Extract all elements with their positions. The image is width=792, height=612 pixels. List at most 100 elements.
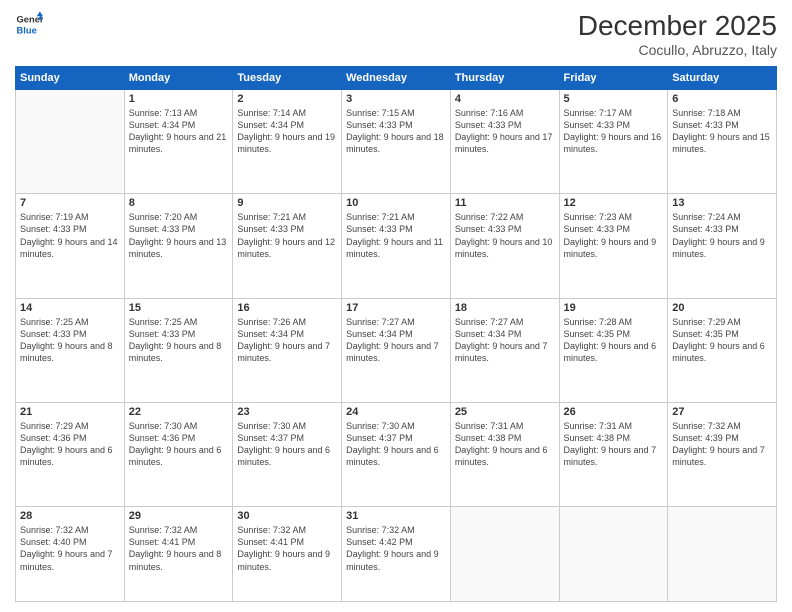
day-info: Sunrise: 7:18 AM Sunset: 4:33 PM Dayligh… — [672, 107, 772, 156]
day-info: Sunrise: 7:28 AM Sunset: 4:35 PM Dayligh… — [564, 316, 664, 365]
day-info: Sunrise: 7:15 AM Sunset: 4:33 PM Dayligh… — [346, 107, 446, 156]
day-info: Sunrise: 7:32 AM Sunset: 4:40 PM Dayligh… — [20, 524, 120, 573]
title-section: December 2025 Cocullo, Abruzzo, Italy — [578, 10, 777, 58]
day-info: Sunrise: 7:30 AM Sunset: 4:37 PM Dayligh… — [237, 420, 337, 469]
day-info: Sunrise: 7:25 AM Sunset: 4:33 PM Dayligh… — [129, 316, 229, 365]
day-number: 16 — [237, 302, 337, 314]
header-friday: Friday — [559, 67, 668, 90]
table-row: 8 Sunrise: 7:20 AM Sunset: 4:33 PM Daylig… — [124, 194, 233, 298]
table-row: 25 Sunrise: 7:31 AM Sunset: 4:38 PM Dayli… — [450, 402, 559, 506]
table-row: 9Sunrise: 7:21 AM Sunset: 4:33 PM Daylig… — [233, 194, 342, 298]
day-number: 19 — [564, 302, 664, 314]
day-number: 24 — [346, 406, 446, 418]
table-row: 30 Sunrise: 7:32 AM Sunset: 4:41 PM Dayli… — [233, 507, 342, 602]
day-info: Sunrise: 7:32 AM Sunset: 4:41 PM Dayligh… — [237, 524, 337, 573]
table-row: 5 Sunrise: 7:17 AM Sunset: 4:33 PM Daylig… — [559, 90, 668, 194]
day-number: 23 — [237, 406, 337, 418]
day-number: 27 — [672, 406, 772, 418]
day-number: 3 — [346, 93, 446, 105]
table-row: 20Sunrise: 7:29 AM Sunset: 4:35 PM Dayli… — [668, 298, 777, 402]
table-row — [450, 507, 559, 602]
day-number: 21 — [20, 406, 120, 418]
table-row: 6 Sunrise: 7:18 AM Sunset: 4:33 PM Daylig… — [668, 90, 777, 194]
day-info: Sunrise: 7:29 AM Sunset: 4:36 PM Dayligh… — [20, 420, 120, 469]
day-number: 18 — [455, 302, 555, 314]
table-row: 18 Sunrise: 7:27 AM Sunset: 4:34 PM Dayli… — [450, 298, 559, 402]
table-row: 23 Sunrise: 7:30 AM Sunset: 4:37 PM Dayli… — [233, 402, 342, 506]
day-info: Sunrise: 7:31 AM Sunset: 4:38 PM Dayligh… — [564, 420, 664, 469]
table-row: 13 Sunrise: 7:24 AM Sunset: 4:33 PM Dayli… — [668, 194, 777, 298]
weekday-header-row: Sunday Monday Tuesday Wednesday Thursday… — [16, 67, 777, 90]
day-number: 30 — [237, 510, 337, 522]
day-info: Sunrise: 7:32 AM Sunset: 4:39 PM Dayligh… — [672, 420, 772, 469]
day-number: 20 — [672, 302, 772, 314]
day-info: Sunrise: 7:20 AM Sunset: 4:33 PM Dayligh… — [129, 211, 229, 260]
header-tuesday: Tuesday — [233, 67, 342, 90]
day-number: 9 — [237, 197, 337, 209]
day-info: Sunrise: 7:16 AM Sunset: 4:33 PM Dayligh… — [455, 107, 555, 156]
table-row — [668, 507, 777, 602]
header-saturday: Saturday — [668, 67, 777, 90]
day-info: Sunrise: 7:30 AM Sunset: 4:37 PM Dayligh… — [346, 420, 446, 469]
day-number: 6 — [672, 93, 772, 105]
day-number: 10 — [346, 197, 446, 209]
table-row: 19 Sunrise: 7:28 AM Sunset: 4:35 PM Dayli… — [559, 298, 668, 402]
day-number: 11 — [455, 197, 555, 209]
day-info: Sunrise: 7:26 AM Sunset: 4:34 PM Dayligh… — [237, 316, 337, 365]
day-info: Sunrise: 7:21 AM Sunset: 4:33 PM Dayligh… — [346, 211, 446, 260]
page: General Blue December 2025 Cocullo, Abru… — [0, 0, 792, 612]
day-info: Sunrise: 7:31 AM Sunset: 4:38 PM Dayligh… — [455, 420, 555, 469]
day-info: Sunrise: 7:17 AM Sunset: 4:33 PM Dayligh… — [564, 107, 664, 156]
table-row: 22 Sunrise: 7:30 AM Sunset: 4:36 PM Dayli… — [124, 402, 233, 506]
day-number: 2 — [237, 93, 337, 105]
table-row: 24 Sunrise: 7:30 AM Sunset: 4:37 PM Dayli… — [342, 402, 451, 506]
calendar-week-0: 1 Sunrise: 7:13 AM Sunset: 4:34 PM Daylig… — [16, 90, 777, 194]
day-info: Sunrise: 7:27 AM Sunset: 4:34 PM Dayligh… — [455, 316, 555, 365]
header-thursday: Thursday — [450, 67, 559, 90]
subtitle: Cocullo, Abruzzo, Italy — [578, 42, 777, 58]
table-row: 12Sunrise: 7:23 AM Sunset: 4:33 PM Dayli… — [559, 194, 668, 298]
calendar-week-4: 28 Sunrise: 7:32 AM Sunset: 4:40 PM Dayli… — [16, 507, 777, 602]
table-row: 21 Sunrise: 7:29 AM Sunset: 4:36 PM Dayli… — [16, 402, 125, 506]
calendar-week-3: 21 Sunrise: 7:29 AM Sunset: 4:36 PM Dayli… — [16, 402, 777, 506]
day-number: 29 — [129, 510, 229, 522]
day-info: Sunrise: 7:22 AM Sunset: 4:33 PM Dayligh… — [455, 211, 555, 260]
day-number: 5 — [564, 93, 664, 105]
table-row: 3 Sunrise: 7:15 AM Sunset: 4:33 PM Daylig… — [342, 90, 451, 194]
table-row: 17Sunrise: 7:27 AM Sunset: 4:34 PM Dayli… — [342, 298, 451, 402]
month-title: December 2025 — [578, 10, 777, 42]
table-row — [559, 507, 668, 602]
day-number: 15 — [129, 302, 229, 314]
day-number: 8 — [129, 197, 229, 209]
day-info: Sunrise: 7:32 AM Sunset: 4:41 PM Dayligh… — [129, 524, 229, 573]
table-row: 31Sunrise: 7:32 AM Sunset: 4:42 PM Dayli… — [342, 507, 451, 602]
table-row: 28 Sunrise: 7:32 AM Sunset: 4:40 PM Dayli… — [16, 507, 125, 602]
day-info: Sunrise: 7:24 AM Sunset: 4:33 PM Dayligh… — [672, 211, 772, 260]
header-wednesday: Wednesday — [342, 67, 451, 90]
day-info: Sunrise: 7:27 AM Sunset: 4:34 PM Dayligh… — [346, 316, 446, 365]
day-number: 1 — [129, 93, 229, 105]
day-number: 25 — [455, 406, 555, 418]
calendar-week-2: 14Sunrise: 7:25 AM Sunset: 4:33 PM Dayli… — [16, 298, 777, 402]
day-info: Sunrise: 7:19 AM Sunset: 4:33 PM Dayligh… — [20, 211, 120, 260]
day-info: Sunrise: 7:23 AM Sunset: 4:33 PM Dayligh… — [564, 211, 664, 260]
day-info: Sunrise: 7:13 AM Sunset: 4:34 PM Dayligh… — [129, 107, 229, 156]
table-row: 4Sunrise: 7:16 AM Sunset: 4:33 PM Daylig… — [450, 90, 559, 194]
table-row: 14Sunrise: 7:25 AM Sunset: 4:33 PM Dayli… — [16, 298, 125, 402]
header-sunday: Sunday — [16, 67, 125, 90]
table-row: 10 Sunrise: 7:21 AM Sunset: 4:33 PM Dayli… — [342, 194, 451, 298]
table-row: 1 Sunrise: 7:13 AM Sunset: 4:34 PM Daylig… — [124, 90, 233, 194]
day-number: 28 — [20, 510, 120, 522]
day-info: Sunrise: 7:32 AM Sunset: 4:42 PM Dayligh… — [346, 524, 446, 573]
table-row: 16 Sunrise: 7:26 AM Sunset: 4:34 PM Dayli… — [233, 298, 342, 402]
logo-icon: General Blue — [15, 10, 43, 38]
day-number: 26 — [564, 406, 664, 418]
day-number: 22 — [129, 406, 229, 418]
svg-text:Blue: Blue — [17, 25, 37, 35]
header: General Blue December 2025 Cocullo, Abru… — [15, 10, 777, 58]
day-info: Sunrise: 7:30 AM Sunset: 4:36 PM Dayligh… — [129, 420, 229, 469]
day-number: 13 — [672, 197, 772, 209]
day-info: Sunrise: 7:14 AM Sunset: 4:34 PM Dayligh… — [237, 107, 337, 156]
table-row: 27 Sunrise: 7:32 AM Sunset: 4:39 PM Dayli… — [668, 402, 777, 506]
calendar-week-1: 7Sunrise: 7:19 AM Sunset: 4:33 PM Daylig… — [16, 194, 777, 298]
